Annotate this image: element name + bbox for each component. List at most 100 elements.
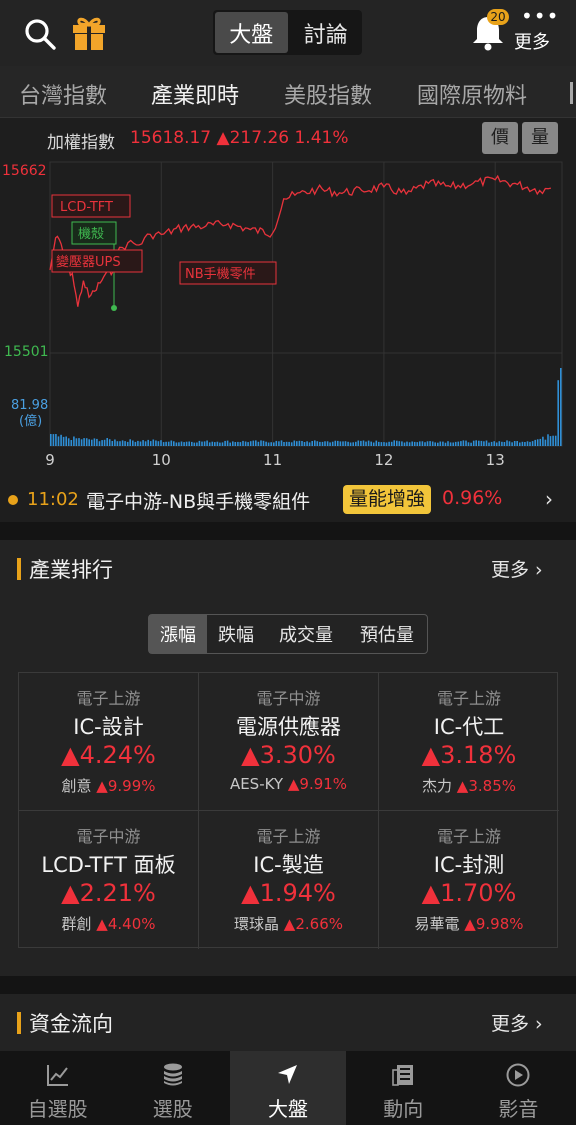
volume-bar [306,441,308,446]
event-annotation-ups[interactable]: 變壓器UPS [51,249,143,273]
segment-discussion[interactable]: 討論 [290,10,363,55]
volume-bar [411,441,413,446]
volume-bar [129,439,131,446]
y-max-label: 15662 [2,163,47,179]
leader-change: ▲4.40% [96,915,156,933]
event-annotation-lcd[interactable]: LCD-TFT [51,194,131,218]
volume-bar [424,442,426,446]
industry-card[interactable]: 電子上游 IC-代工 ▲3.18% 杰力 ▲3.85% [379,673,559,811]
volume-bar [142,440,144,446]
volume-bar [180,441,183,446]
tab-us-index[interactable]: 美股指數 [284,78,372,110]
volume-bar [367,440,370,446]
volume-bar [147,439,149,446]
volume-bar [308,442,311,446]
volume-bar [119,441,121,446]
more-button[interactable]: 更多 [514,28,550,54]
volume-bar [175,442,178,446]
volume-bar [275,440,278,446]
industry-card[interactable]: 電子中游 LCD-TFT 面板 ▲2.21% 群創 ▲4.40% [19,811,199,949]
volume-bar [242,440,244,446]
navigation-arrow-icon [278,1065,297,1084]
volume-bar [124,441,126,446]
nav-video[interactable]: 影音 [461,1051,576,1125]
volume-bar [396,440,398,446]
volume-bar [293,440,296,446]
volume-toggle-button[interactable]: 量 [522,122,558,154]
ranking-more-button[interactable]: 更多 › [491,555,543,582]
segment-market[interactable]: 大盤 [215,12,288,53]
industry-change: ▲4.24% [61,741,156,769]
fund-flow-more-button[interactable]: 更多 › [491,1009,543,1036]
tab-taiwan-index[interactable]: 台灣指數 [19,78,107,110]
subtab-gain[interactable]: 漲幅 [149,615,207,653]
volume-bar [465,440,467,446]
volume-bar [178,442,180,446]
volume-bar [352,442,354,446]
volume-bar [270,442,272,446]
tab-commodities[interactable]: 國際原物料 [417,78,527,110]
volume-bar [342,441,344,446]
nav-stock-picker[interactable]: 選股 [115,1051,230,1125]
volume-bar [111,441,114,446]
industry-category: 電子上游 [256,827,321,846]
volume-bars [50,368,562,446]
event-annotation-nb[interactable]: NB手機零件 [179,261,277,285]
y-min-label: 15501 [4,344,49,360]
volume-bar [211,441,214,446]
nav-trends[interactable]: 動向 [346,1051,461,1125]
news-ticker[interactable]: 11:02 電子中游-NB與手機零組件 量能增強 0.96% › [0,478,576,522]
volume-bar [144,441,147,446]
index-summary: 加權指數 15618.17 ▲217.26 1.41% 價 量 [0,118,576,158]
subtab-loss[interactable]: 跌幅 [207,615,265,653]
volume-bar [132,440,134,446]
volume-bar [60,434,62,446]
volume-bar [370,441,372,446]
volume-bar [62,436,65,446]
volume-bar [360,440,362,446]
volume-bar [316,441,319,446]
volume-bar [454,441,457,446]
subtab-estimated-volume[interactable]: 預估量 [347,615,427,653]
industry-card[interactable]: 電子上游 IC-製造 ▲1.94% 環球晶 ▲2.66% [199,811,379,949]
volume-bar [152,439,155,446]
volume-bar [78,438,80,446]
volume-bar [83,438,85,446]
volume-bar [106,438,108,446]
price-toggle-button[interactable]: 價 [482,122,518,154]
volume-bar [208,442,211,446]
tab-industry-realtime[interactable]: 產業即時 [151,78,239,110]
industry-category: 電子中游 [76,827,141,846]
volume-bar [139,441,142,446]
ticker-tag: 量能增強 [343,485,432,514]
subtab-volume[interactable]: 成交量 [265,615,347,653]
leader-change: ▲9.99% [96,777,156,795]
volume-bar [467,442,470,446]
volume-bar [539,438,542,446]
leader-stock: 創意 [61,777,92,795]
industry-card[interactable]: 電子上游 IC-封測 ▲1.70% 易華電 ▲9.98% [379,811,559,949]
search-icon[interactable] [22,16,58,52]
nav-label: 動向 [383,1097,424,1121]
volume-bar [183,442,185,446]
intraday-chart[interactable]: 15662 15501 81.98 (億) 9 10 11 12 13 LCD-TFT … [0,156,576,474]
industry-card[interactable]: 電子上游 IC-設計 ▲4.24% 創意 ▲9.99% [19,673,199,811]
more-dots-icon[interactable]: ••• [521,6,559,26]
gift-icon[interactable] [70,14,108,52]
volume-bar [170,440,173,446]
industry-card[interactable]: 電子中游 電源供應器 ▲3.30% AES-KY ▲9.91% [199,673,379,811]
volume-bar [355,441,357,446]
volume-bar [542,436,544,446]
volume-bar [101,440,103,446]
nav-watchlist[interactable]: 自選股 [0,1051,115,1125]
nav-market[interactable]: 大盤 [230,1051,346,1125]
volume-bar [55,434,57,446]
chevron-right-icon[interactable]: › [545,487,553,511]
volume-bar [75,438,78,446]
volume-bar [331,441,334,446]
index-category-tabs: 台灣指數 產業即時 美股指數 國際原物料 [0,66,576,118]
volume-bar [191,441,193,446]
volume-bar [201,441,203,446]
volume-bar [521,441,524,446]
industry-category: 電子上游 [76,689,141,708]
